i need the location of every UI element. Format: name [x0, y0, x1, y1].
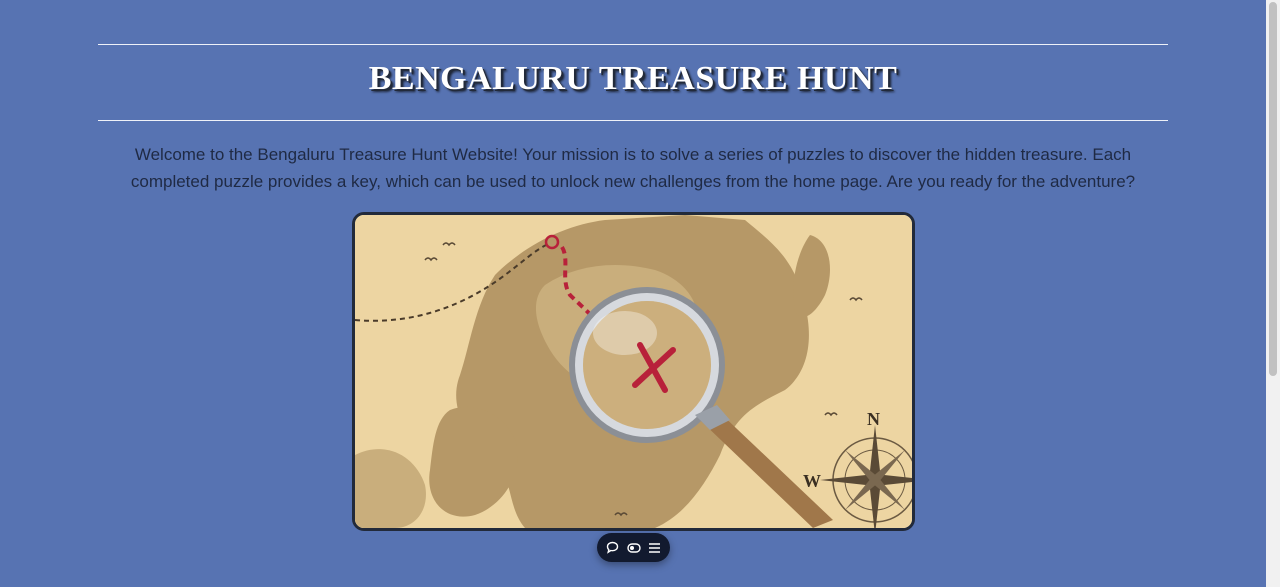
compass-west-label: W [803, 471, 821, 491]
header-bottom-rule [98, 120, 1168, 121]
floating-toolbar [597, 533, 670, 562]
page-scrollbar[interactable] [1266, 0, 1280, 587]
toggle-icon[interactable] [625, 539, 643, 557]
page-title: BENGALURU TREASURE HUNT [368, 60, 898, 97]
scrollbar-thumb[interactable] [1269, 2, 1277, 376]
comment-icon[interactable] [604, 539, 622, 557]
compass-north-label: N [867, 409, 880, 429]
header-top-rule [98, 44, 1168, 45]
intro-paragraph: Welcome to the Bengaluru Treasure Hunt W… [130, 145, 1136, 191]
menu-icon[interactable] [645, 539, 663, 557]
treasure-map-image: N W [352, 212, 915, 531]
